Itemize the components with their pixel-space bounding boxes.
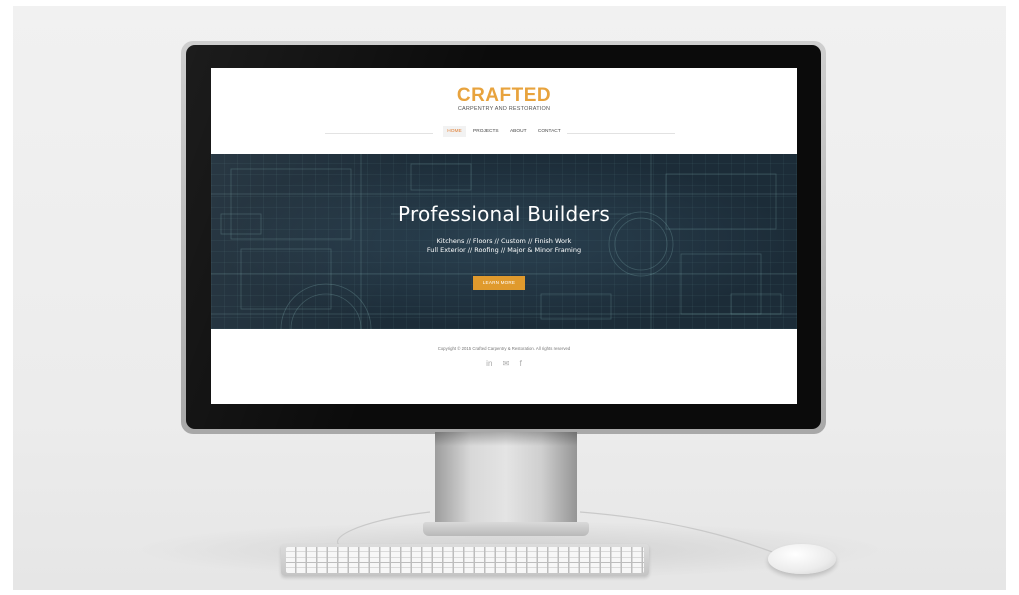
hero-banner: Professional Builders Kitchens // Floors… [211,154,797,329]
footer-copyright: Copyright © 2015 Crafted Carpentry & Res… [437,346,571,351]
social-links: in ✉ f [211,359,797,368]
stand-shadow [435,432,577,446]
mouse [768,544,836,574]
mail-icon[interactable]: ✉ [503,359,510,368]
monitor-stand [435,432,577,532]
linkedin-icon[interactable]: in [486,359,492,368]
nav-item-projects[interactable]: PROJECTS [469,126,503,137]
hero-services-line-2: Full Exterior // Roofing // Major & Mino… [426,246,582,254]
nav-item-contact[interactable]: CONTACT [534,126,565,137]
main-nav: HOME PROJECTS ABOUT CONTACT [211,126,797,137]
facebook-icon[interactable]: f [520,359,522,368]
monitor-screen: CRAFTED CARPENTRY AND RESTORATION HOME P… [211,68,797,404]
hero-title: Professional Builders [398,202,610,226]
keyboard-key-rows [286,547,644,573]
learn-more-button[interactable]: LEARN MORE [473,276,525,290]
logo-title[interactable]: CRAFTED [211,86,797,105]
hero-services-line-1: Kitchens // Floors // Custom // Finish W… [436,237,572,245]
nav-item-about[interactable]: ABOUT [506,126,531,137]
monitor-stand-base [423,522,589,536]
logo-subtitle: CARPENTRY AND RESTORATION [457,106,551,112]
nav-item-home[interactable]: HOME [443,126,466,137]
